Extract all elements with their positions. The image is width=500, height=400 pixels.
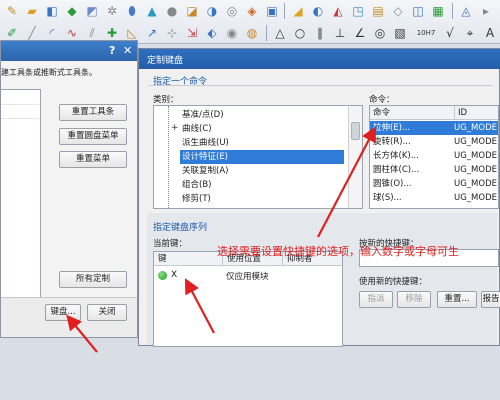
arrow-to-key bbox=[184, 278, 215, 334]
arrow-to-command bbox=[317, 126, 377, 238]
arrow-to-keyboard-button bbox=[66, 314, 98, 353]
annotation-arrows bbox=[66, 126, 377, 353]
